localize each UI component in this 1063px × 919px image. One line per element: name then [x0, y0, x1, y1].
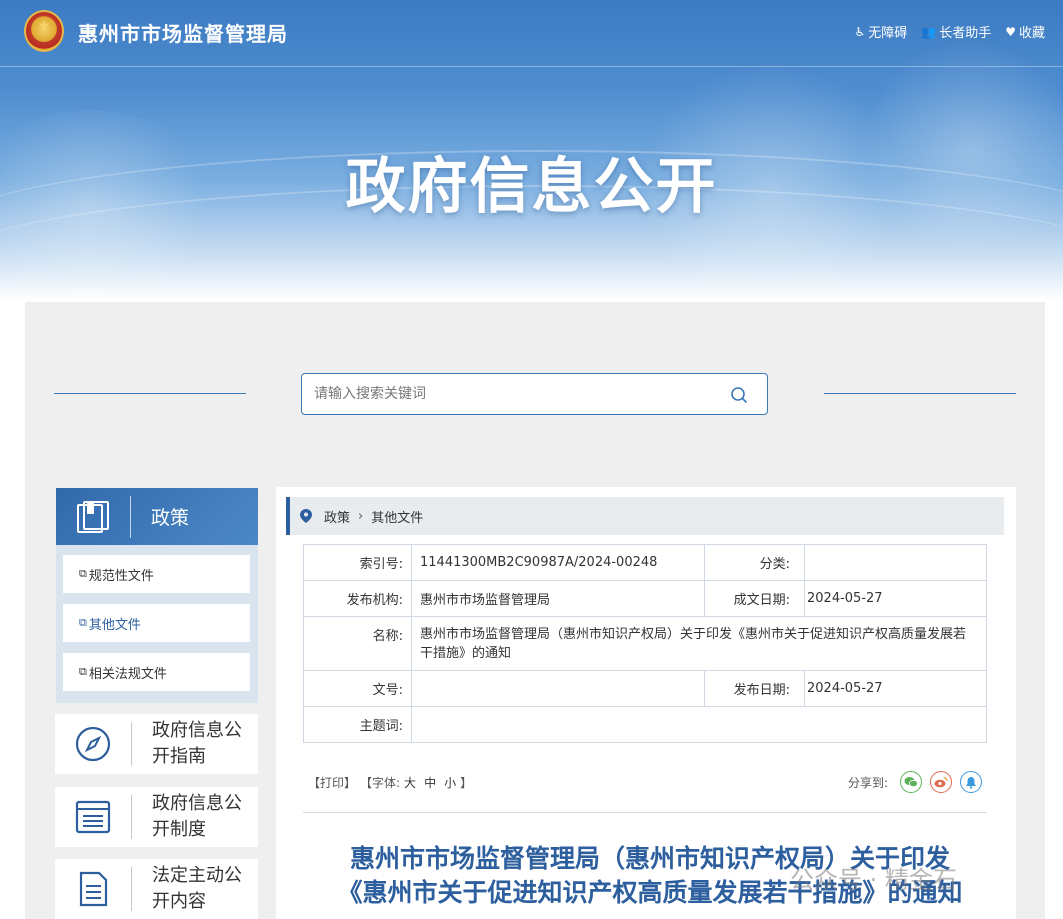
breadcrumb-other-docs[interactable]: 其他文件 — [371, 507, 423, 526]
meta-index-label: 索引号: — [303, 544, 412, 581]
search-icon[interactable] — [729, 385, 749, 405]
sidebar-sub-menu: ⧉ 规范性文件 ⧉ 其他文件 ⧉ 相关法规文件 — [56, 545, 258, 703]
heart-icon: ♥ — [1005, 24, 1016, 39]
watermark: 公众号 · 精金石 — [790, 860, 957, 895]
meta-publisher-value: 惠州市市场监督管理局 — [411, 580, 705, 617]
meta-created-label: 成文日期: — [704, 580, 805, 617]
content-divider — [303, 812, 987, 813]
card-separator — [131, 722, 132, 766]
sidebar-card-disclosure-guide[interactable]: 政府信息公开指南 — [55, 714, 258, 774]
share-label: 分享到: — [847, 775, 888, 790]
meta-published-label: 发布日期: — [704, 670, 805, 707]
card-label: 政府信息公开制度 — [152, 793, 242, 840]
print-button[interactable]: 【打印】 — [308, 774, 356, 791]
list-icon — [55, 787, 131, 847]
sidebar-header-label: 政策 — [151, 507, 190, 529]
sidebar-item-other-docs[interactable]: ⧉ 其他文件 — [63, 604, 250, 642]
accessibility-link[interactable]: ♿ 无障碍 — [854, 22, 908, 42]
meta-publisher-label: 发布机构: — [303, 580, 412, 617]
sidebar-header-separator — [130, 495, 131, 538]
sidebar-item-label: 相关法规文件 — [88, 666, 167, 682]
breadcrumb: 政策 › 其他文件 — [286, 497, 1004, 535]
sidebar-item-label: 规范性文件 — [88, 568, 154, 584]
wechat-icon — [904, 777, 918, 788]
share-weibo-button[interactable] — [930, 771, 952, 793]
book-icon — [56, 488, 130, 545]
font-size-prefix: 【字体: — [360, 776, 401, 790]
sidebar-policy-header[interactable]: 政策 — [56, 488, 258, 545]
location-pin-icon — [300, 509, 312, 523]
card-label: 法定主动公开内容 — [152, 865, 242, 912]
top-links: ♿ 无障碍 👥 长者助手 ♥ 收藏 — [854, 22, 1045, 42]
card-separator — [131, 795, 132, 839]
search-decor-line-left — [54, 393, 246, 394]
site-title[interactable]: 惠州市市场监督管理局 — [78, 18, 288, 47]
weibo-icon — [934, 776, 948, 788]
meta-docno-label: 文号: — [303, 670, 412, 707]
meta-index-value: 11441300MB2C90987A/2024-00248 — [411, 544, 705, 581]
sidebar-item-related-regulations[interactable]: ⧉ 相关法规文件 — [63, 653, 250, 691]
sidebar-item-normative-docs[interactable]: ⧉ 规范性文件 — [63, 555, 250, 593]
chevron-right-icon: › — [358, 508, 364, 524]
font-size-suffix: 】 — [460, 776, 473, 790]
breadcrumb-policy[interactable]: 政策 — [324, 507, 350, 526]
card-separator — [131, 867, 132, 911]
copy-icon: ⧉ — [79, 567, 87, 580]
meta-subject-value — [411, 706, 987, 743]
national-emblem-icon — [24, 10, 64, 52]
bell-icon — [966, 776, 976, 789]
meta-name-value: 惠州市市场监督管理局（惠州市知识产权局）关于印发《惠州市关于促进知识产权高质量发… — [411, 616, 987, 671]
share-wechat-button[interactable] — [900, 771, 922, 793]
watermark-text: 公众号 · 精金石 — [790, 866, 957, 894]
copy-icon: ⧉ — [79, 616, 87, 629]
card-label: 政府信息公开指南 — [152, 720, 242, 767]
font-size-control: 【字体: 大中小】 — [360, 774, 472, 791]
banner-heading: 政府信息公开 — [345, 152, 718, 222]
font-medium-button[interactable]: 中 — [424, 776, 436, 790]
document-icon — [55, 859, 131, 919]
content-panel: 政策 › 其他文件 索引号: 11441300MB2C90987A/2024-0… — [276, 487, 1016, 919]
article-toolbar: 【打印】 【字体: 大中小】 分享到: — [308, 771, 988, 793]
search-input[interactable] — [314, 383, 714, 405]
accessibility-icon: ♿ — [854, 24, 866, 39]
sidebar-item-label: 其他文件 — [88, 617, 141, 633]
font-small-button[interactable]: 小 — [444, 776, 456, 790]
header-banner: 惠州市市场监督管理局 ♿ 无障碍 👥 长者助手 ♥ 收藏 政府信息公开 — [0, 0, 1063, 300]
meta-docno-value — [411, 670, 705, 707]
elder-assistant-link[interactable]: 👥 长者助手 — [921, 22, 992, 42]
meta-category-label: 分类: — [704, 544, 805, 581]
favorite-label: 收藏 — [1018, 26, 1045, 41]
favorite-link[interactable]: ♥ 收藏 — [1005, 22, 1045, 42]
search-decor-line-right — [824, 393, 1016, 394]
compass-icon — [55, 714, 131, 774]
meta-subject-label: 主题词: — [303, 706, 412, 743]
sidebar-card-statutory-content[interactable]: 法定主动公开内容 — [55, 859, 258, 919]
meta-published-value: 2024-05-27 — [804, 670, 987, 707]
sidebar-card-disclosure-system[interactable]: 政府信息公开制度 — [55, 787, 258, 847]
accessibility-label: 无障碍 — [868, 26, 908, 41]
meta-category-value — [804, 544, 987, 581]
elder-assistant-label: 长者助手 — [939, 26, 992, 41]
meta-created-value: 2024-05-27 — [804, 580, 987, 617]
elder-icon: 👥 — [921, 24, 937, 39]
document-metadata-table: 索引号: 11441300MB2C90987A/2024-00248 分类: 发… — [303, 544, 987, 743]
share-qzone-button[interactable] — [960, 771, 982, 793]
share-bar: 分享到: — [848, 771, 982, 793]
search-box — [301, 373, 768, 415]
copy-icon: ⧉ — [79, 665, 87, 678]
font-large-button[interactable]: 大 — [404, 776, 416, 790]
topbar-divider — [0, 66, 1063, 67]
meta-name-label: 名称: — [303, 616, 412, 671]
